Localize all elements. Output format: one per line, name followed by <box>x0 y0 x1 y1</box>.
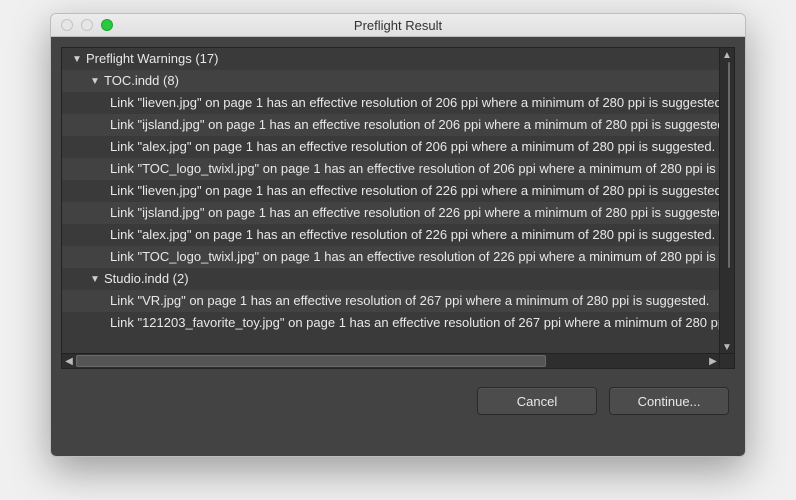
continue-button[interactable]: Continue... <box>609 387 729 415</box>
tree-group-row[interactable]: ▼ Preflight Warnings (17) <box>62 48 720 70</box>
row-label: Link "lieven.jpg" on page 1 has an effec… <box>110 95 720 110</box>
tree-item-row[interactable]: Link "ijsland.jpg" on page 1 has an effe… <box>62 202 720 224</box>
tree-item-row[interactable]: Link "alex.jpg" on page 1 has an effecti… <box>62 224 720 246</box>
tree-item-row[interactable]: Link "lieven.jpg" on page 1 has an effec… <box>62 92 720 114</box>
row-label: Link "121203_favorite_toy.jpg" on page 1… <box>110 315 720 330</box>
window-controls <box>51 19 113 31</box>
row-label: Link "alex.jpg" on page 1 has an effecti… <box>110 227 715 242</box>
scroll-down-icon[interactable]: ▼ <box>720 340 734 354</box>
dialog-buttons: Cancel Continue... <box>61 387 735 415</box>
scroll-up-icon[interactable]: ▲ <box>720 48 734 62</box>
disclosure-triangle-icon[interactable]: ▼ <box>72 49 82 71</box>
disclosure-triangle-icon[interactable]: ▼ <box>90 269 100 291</box>
dialog-window: Preflight Result ▼ Preflight Warnings (17… <box>50 13 746 457</box>
tree-item-row[interactable]: Link "TOC_logo_twixl.jpg" on page 1 has … <box>62 158 720 180</box>
scroll-right-icon[interactable]: ▶ <box>706 354 720 368</box>
tree-group-row[interactable]: ▼ TOC.indd (8) <box>62 70 720 92</box>
tree-item-row[interactable]: Link "alex.jpg" on page 1 has an effecti… <box>62 136 720 158</box>
row-label: Link "alex.jpg" on page 1 has an effecti… <box>110 139 715 154</box>
dialog-content: ▼ Preflight Warnings (17) ▼ TOC.indd (8) Lin… <box>51 37 745 457</box>
tree-group-row[interactable]: ▼ Studio.indd (2) <box>62 268 720 290</box>
row-label: Link "TOC_logo_twixl.jpg" on page 1 has … <box>110 249 720 264</box>
warnings-tree[interactable]: ▼ Preflight Warnings (17) ▼ TOC.indd (8) Lin… <box>62 48 720 354</box>
horizontal-scroll-thumb[interactable] <box>76 355 546 367</box>
row-label: Link "TOC_logo_twixl.jpg" on page 1 has … <box>110 161 720 176</box>
cancel-button[interactable]: Cancel <box>477 387 597 415</box>
tree-item-row[interactable]: Link "ijsland.jpg" on page 1 has an effe… <box>62 114 720 136</box>
tree-item-row[interactable]: Link "121203_favorite_toy.jpg" on page 1… <box>62 312 720 334</box>
button-label: Cancel <box>517 394 557 409</box>
row-label: Link "VR.jpg" on page 1 has an effective… <box>110 293 709 308</box>
row-label: Studio.indd (2) <box>104 271 189 286</box>
scroll-left-icon[interactable]: ◀ <box>62 354 76 368</box>
horizontal-scrollbar[interactable]: ◀ ▶ <box>62 353 720 368</box>
warnings-panel: ▼ Preflight Warnings (17) ▼ TOC.indd (8) Lin… <box>61 47 735 369</box>
row-label: Preflight Warnings (17) <box>86 51 218 66</box>
row-label: Link "ijsland.jpg" on page 1 has an effe… <box>110 117 720 132</box>
row-label: TOC.indd (8) <box>104 73 179 88</box>
horizontal-scroll-track[interactable] <box>76 354 706 368</box>
window-title: Preflight Result <box>51 18 745 33</box>
button-label: Continue... <box>638 394 701 409</box>
close-icon[interactable] <box>61 19 73 31</box>
minimize-icon[interactable] <box>81 19 93 31</box>
disclosure-triangle-icon[interactable]: ▼ <box>90 71 100 93</box>
scrollbar-corner <box>719 353 734 368</box>
vertical-scroll-thumb[interactable] <box>728 62 730 268</box>
title-bar: Preflight Result <box>51 14 745 37</box>
tree-item-row[interactable]: Link "TOC_logo_twixl.jpg" on page 1 has … <box>62 246 720 268</box>
row-label: Link "ijsland.jpg" on page 1 has an effe… <box>110 205 720 220</box>
tree-item-row[interactable]: Link "lieven.jpg" on page 1 has an effec… <box>62 180 720 202</box>
tree-item-row[interactable]: Link "VR.jpg" on page 1 has an effective… <box>62 290 720 312</box>
row-label: Link "lieven.jpg" on page 1 has an effec… <box>110 183 720 198</box>
vertical-scrollbar[interactable]: ▲ ▼ <box>719 48 734 354</box>
zoom-icon[interactable] <box>101 19 113 31</box>
